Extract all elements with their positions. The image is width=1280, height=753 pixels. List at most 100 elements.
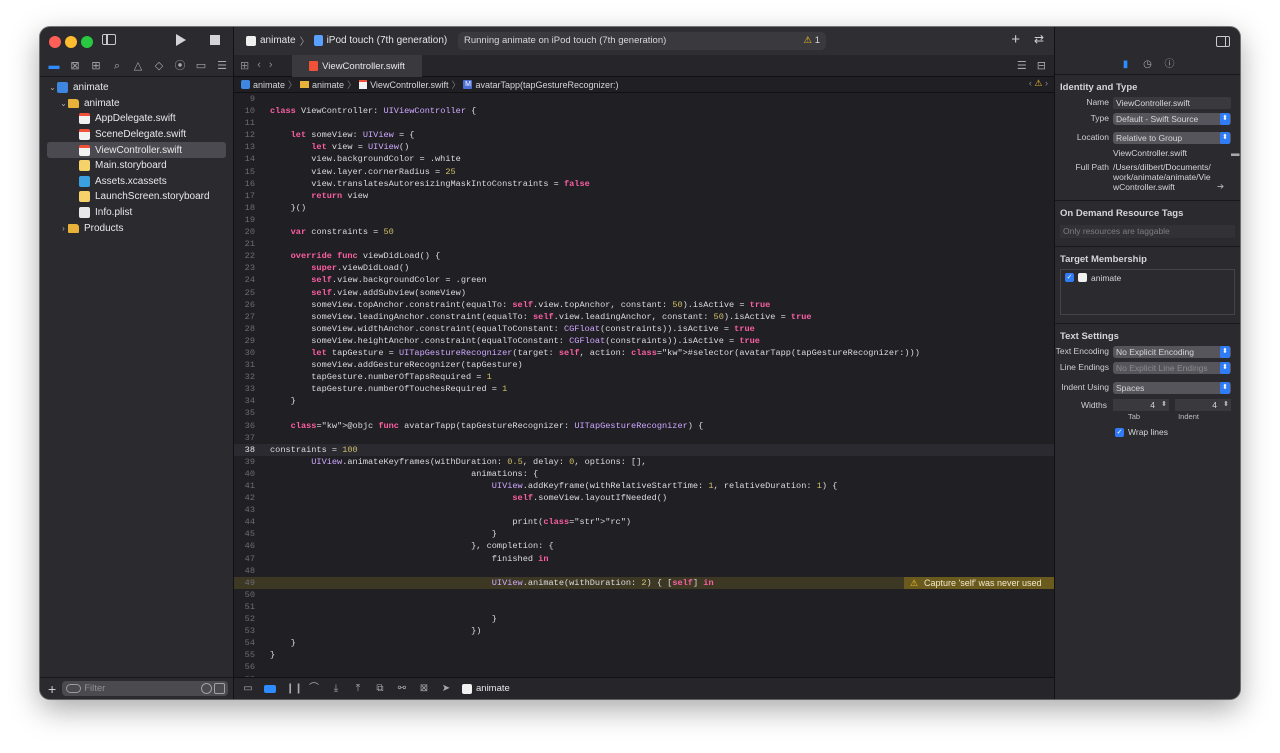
code-text[interactable]: }) [262, 625, 481, 637]
line-number[interactable]: 29 [234, 335, 262, 347]
reveal-arrow-icon[interactable]: ➔ [1217, 181, 1224, 192]
line-number[interactable]: 31 [234, 359, 262, 371]
line-number[interactable]: 30 [234, 347, 262, 359]
sidebar-toggle-icon[interactable] [102, 34, 116, 45]
symbol-navigator-icon[interactable]: ⊞ [89, 59, 103, 73]
breakpoint-navigator-icon[interactable]: ▭ [194, 59, 208, 73]
code-line[interactable]: 12 let someView: UIView = { [234, 129, 1054, 141]
code-text[interactable]: self.someView.layoutIfNeeded() [262, 492, 667, 504]
line-number[interactable]: 38 [234, 444, 262, 456]
code-text[interactable]: UIView.animateKeyframes(withDuration: 0.… [262, 456, 646, 468]
code-line[interactable]: 18 }() [234, 202, 1054, 214]
code-review-swap-icon[interactable]: ⇄ [1034, 32, 1044, 46]
code-text[interactable] [262, 661, 270, 673]
location-popup[interactable]: Relative to Group [1113, 132, 1231, 144]
test-navigator-icon[interactable]: ◇ [152, 59, 166, 73]
code-text[interactable]: } [262, 613, 497, 625]
recent-files-icon[interactable] [201, 683, 213, 694]
code-line[interactable]: 10 class ViewController: UIViewController… [234, 105, 1054, 117]
line-number[interactable]: 14 [234, 153, 262, 165]
code-line[interactable]: 29 someView.heightAnchor.constraint(equa… [234, 335, 1054, 347]
line-number[interactable]: 42 [234, 492, 262, 504]
view-hierarchy-icon[interactable]: ⧉ [374, 683, 386, 694]
code-line[interactable]: 34 } [234, 395, 1054, 407]
line-number[interactable]: 16 [234, 178, 262, 190]
line-number[interactable]: 28 [234, 323, 262, 335]
line-number[interactable]: 34 [234, 395, 262, 407]
line-number[interactable]: 54 [234, 637, 262, 649]
code-line[interactable]: 49 UIView.animate(withDuration: 2) { [se… [234, 576, 1054, 589]
line-number[interactable]: 50 [234, 589, 262, 601]
line-number[interactable]: 41 [234, 480, 262, 492]
run-button[interactable] [176, 34, 186, 46]
line-number[interactable]: 9 [234, 93, 262, 105]
code-line[interactable]: 28 someView.widthAnchor.constraint(equal… [234, 323, 1054, 335]
code-text[interactable]: someView.widthAnchor.constraint(equalToC… [262, 323, 755, 335]
line-number[interactable]: 17 [234, 190, 262, 202]
code-text[interactable]: var constraints = 50 [262, 226, 394, 238]
code-text[interactable]: return view [262, 190, 368, 202]
line-number[interactable]: 24 [234, 274, 262, 286]
code-line[interactable]: 35 [234, 407, 1054, 419]
history-inspector-icon[interactable]: ◷ [1143, 59, 1153, 70]
code-text[interactable]: override func viewDidLoad() { [262, 250, 441, 262]
library-plus-icon[interactable]: + [1011, 31, 1020, 48]
jumpbar-project[interactable]: animate [253, 80, 285, 90]
code-line[interactable]: 53 }) [234, 625, 1054, 637]
line-number[interactable]: 10 [234, 105, 262, 117]
code-line[interactable]: 31 someView.addGestureRecognizer(tapGest… [234, 359, 1054, 371]
tree-item[interactable]: Main.storyboard [40, 158, 233, 174]
tree-item[interactable]: ⌄ animate [40, 96, 233, 112]
code-line[interactable]: 54 } [234, 637, 1054, 649]
minimize-window-button[interactable] [65, 36, 77, 48]
zoom-window-button[interactable] [81, 36, 93, 48]
code-text[interactable]: } [262, 528, 497, 540]
code-line[interactable]: 21 [234, 238, 1054, 250]
line-number[interactable]: 37 [234, 432, 262, 444]
line-number[interactable]: 25 [234, 287, 262, 299]
issue-navigator-icon[interactable]: △ [131, 59, 145, 73]
quick-help-icon[interactable]: ⓘ [1165, 59, 1175, 70]
step-into-icon[interactable]: ⤓ [330, 683, 342, 694]
target-checkbox[interactable]: ✓ [1065, 273, 1074, 282]
code-text[interactable] [262, 117, 270, 129]
disclosure-chevron-icon[interactable]: ⌄ [59, 99, 68, 108]
line-number[interactable]: 23 [234, 262, 262, 274]
code-text[interactable]: someView.topAnchor.constraint(equalTo: s… [262, 299, 770, 311]
line-number[interactable]: 26 [234, 299, 262, 311]
inline-warning-banner[interactable]: Capture 'self' was never used [904, 576, 1054, 589]
pause-icon[interactable]: ❙❙ [286, 683, 303, 694]
line-number[interactable]: 12 [234, 129, 262, 141]
code-line[interactable]: 33 tapGesture.numberOfTouchesRequired = … [234, 383, 1054, 395]
line-number[interactable]: 39 [234, 456, 262, 468]
line-number[interactable]: 43 [234, 504, 262, 516]
line-number[interactable]: 40 [234, 468, 262, 480]
code-line[interactable]: 14 view.backgroundColor = .white [234, 153, 1054, 165]
code-line[interactable]: 13 let view = UIView() [234, 141, 1054, 153]
code-line[interactable]: 11 [234, 117, 1054, 129]
report-navigator-icon[interactable]: ☰ [215, 59, 229, 73]
scm-status-icon[interactable] [214, 683, 226, 694]
issue-nav-arrows[interactable]: ‹ ⚠ › [1029, 78, 1048, 89]
code-text[interactable] [262, 565, 270, 577]
debug-navigator-icon[interactable]: ⦿ [173, 59, 187, 73]
code-text[interactable] [262, 432, 270, 444]
code-line[interactable]: 45 } [234, 528, 1054, 540]
code-text[interactable]: finished in [262, 553, 549, 565]
code-text[interactable]: view.layer.cornerRadius = 25 [262, 166, 455, 178]
code-line[interactable]: 19 [234, 214, 1054, 226]
inspector-toggle-icon[interactable] [1216, 36, 1230, 47]
line-number[interactable]: 20 [234, 226, 262, 238]
code-line[interactable]: 38 constraints = 100 [234, 443, 1054, 456]
code-text[interactable]: view.translatesAutoresizingMaskIntoConst… [262, 178, 590, 190]
environment-overrides-icon[interactable]: ⊠ [418, 683, 430, 694]
indent-width-stepper[interactable]: 4 [1175, 399, 1231, 411]
line-number[interactable]: 45 [234, 528, 262, 540]
code-text[interactable]: someView.heightAnchor.constraint(equalTo… [262, 335, 760, 347]
project-navigator-folder-icon[interactable]: ▬ [47, 59, 61, 73]
disclosure-chevron-icon[interactable]: › [59, 224, 68, 233]
code-line[interactable]: 47 finished in [234, 553, 1054, 565]
code-line[interactable]: 23 super.viewDidLoad() [234, 262, 1054, 274]
code-text[interactable]: someView.leadingAnchor.constraint(equalT… [262, 311, 811, 323]
jumpbar-file[interactable]: ViewController.swift [370, 80, 448, 90]
